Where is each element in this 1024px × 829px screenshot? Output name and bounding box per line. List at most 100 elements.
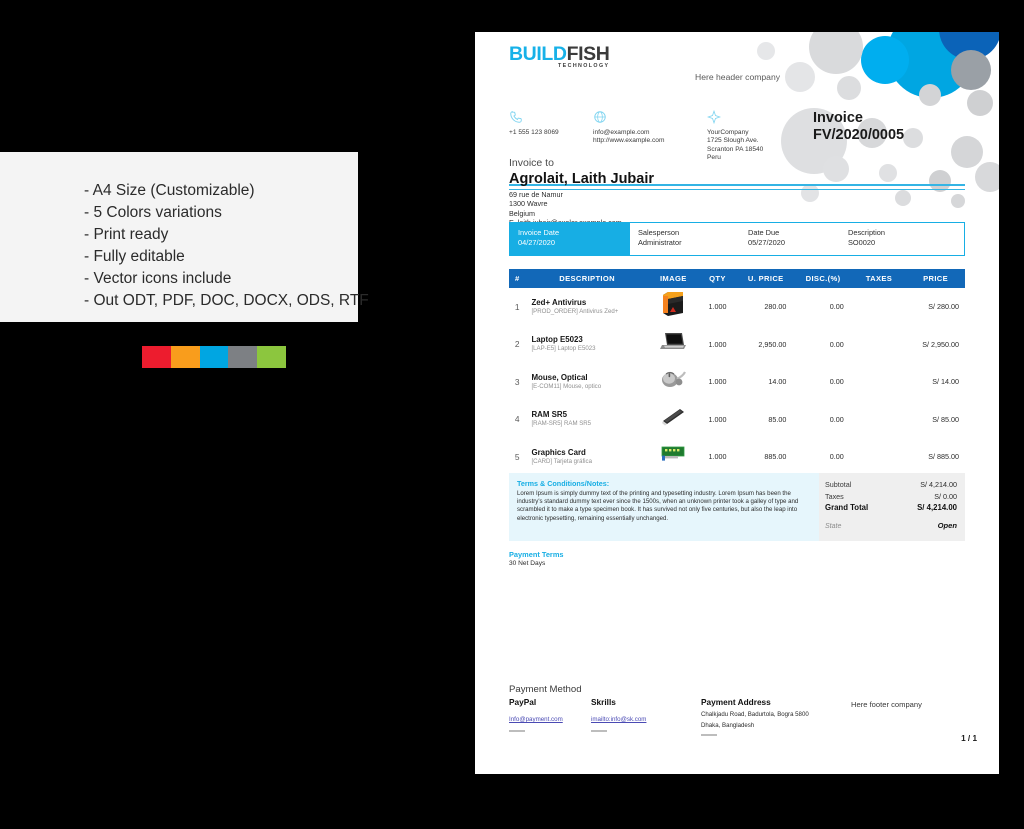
payment-address-line2: Dhaka, Bangladesh xyxy=(701,722,755,730)
color-swatch-orange xyxy=(170,346,200,368)
product-code: [PROD_ORDER] Antivirus Zed+ xyxy=(531,307,619,315)
contact-web-block: info@example.com http://www.example.com xyxy=(593,110,664,146)
company-logo: BUILDFISH TECHNOLOGY xyxy=(509,43,610,69)
decorative-circle xyxy=(919,84,941,106)
promo-feature-item: - Out ODT, PDF, DOC, DOCX, ODS, RTF xyxy=(84,291,369,309)
row-unit-price: 885.00 xyxy=(764,452,787,462)
col-header-unit-price: U. PRICE xyxy=(737,269,795,288)
row-price: S/ 14.00 xyxy=(932,377,959,387)
col-header-qty: QTY xyxy=(697,269,738,288)
row-number: 2 xyxy=(514,339,520,350)
payment-method-label: Payment Method xyxy=(509,684,582,695)
product-name: Mouse, Optical xyxy=(531,372,588,382)
row-discount: 0.00 xyxy=(829,377,844,387)
product-code: [E-COM11] Mouse, optico xyxy=(531,382,602,390)
bill-to-name: Agrolait, Laith Jubair xyxy=(509,171,655,187)
row-description: Laptop E5023 [LAP-E5] Laptop E5023 xyxy=(525,326,648,364)
promo-feature-item: - Fully editable xyxy=(84,247,185,265)
paypal-underline xyxy=(509,730,525,732)
subtotal-label: Subtotal xyxy=(825,480,852,490)
row-unit-price: 85.00 xyxy=(768,414,787,424)
decorative-circle xyxy=(975,162,999,192)
row-taxes xyxy=(852,363,906,401)
row-image-cell xyxy=(649,288,698,326)
antivirus-box-thumbnail xyxy=(660,292,686,317)
promo-feature-item: - 5 Colors variations xyxy=(84,204,222,222)
meta-description-value: SO0020 xyxy=(848,237,876,247)
logo-text-fish: FISH xyxy=(566,43,610,65)
payment-address-line1: Chalkjadu Road, Badurtola, Bogra 5800 xyxy=(701,711,809,718)
table-row: 1 Zed+ Antivirus [PROD_ORDER] Antivirus Ze… xyxy=(509,288,965,326)
skrills-underline xyxy=(591,730,607,732)
row-price: S/ 2,950.00 xyxy=(922,339,959,349)
col-header-description: DESCRIPTION xyxy=(525,269,649,288)
table-header-row: # DESCRIPTION IMAGE QTY U. PRICE DISC.(%… xyxy=(509,269,965,288)
location-pin-icon xyxy=(706,109,763,126)
decorative-circle xyxy=(903,128,923,148)
decorative-circle xyxy=(951,50,991,90)
decorative-circle xyxy=(809,32,863,74)
row-discount: 0.00 xyxy=(829,302,844,312)
color-swatch-blue xyxy=(199,346,229,368)
color-variation-swatches xyxy=(142,346,286,368)
invoice-meta-bar: Invoice Date 04/27/2020 Salesperson Admi… xyxy=(509,222,965,256)
globe-icon xyxy=(593,110,664,126)
invoice-footer: Payment Method PayPal Info@payment.com S… xyxy=(509,684,965,736)
product-name: Laptop E5023 xyxy=(531,335,583,345)
contact-phone-text: +1 555 123 8069 xyxy=(509,129,559,136)
row-qty: 1.000 xyxy=(708,302,727,312)
decorative-circle xyxy=(939,32,999,60)
terms-body: Lorem Ipsum is simply dummy text of the … xyxy=(517,490,799,522)
laptop-thumbnail xyxy=(660,332,687,356)
row-taxes xyxy=(852,401,906,439)
col-header-taxes: TAXES xyxy=(851,269,907,288)
color-swatch-gray xyxy=(228,346,258,368)
invoice-title-block: Invoice FV/2020/0005 xyxy=(813,110,904,144)
row-image-cell xyxy=(649,438,698,476)
col-header-discount: DISC.(%) xyxy=(794,269,852,288)
footer-skrills-column: Skrills imailto:info@sk.com xyxy=(591,697,701,732)
meta-invoice-date-label: Invoice Date xyxy=(518,228,560,237)
taxes-label: Taxes xyxy=(825,491,844,501)
row-description: RAM SR5 [RAM-SR5] RAM SR5 xyxy=(525,401,648,439)
row-qty: 1.000 xyxy=(708,452,727,462)
meta-salesperson: Salesperson Administrator xyxy=(630,223,740,255)
product-code: [RAM-SR5] RAM SR5 xyxy=(531,420,592,428)
logo-text-build: BUILD xyxy=(509,43,567,65)
row-image-cell xyxy=(649,401,698,439)
paypal-link[interactable]: Info@payment.com xyxy=(509,715,563,724)
skrills-link[interactable]: imailto:info@sk.com xyxy=(591,715,646,724)
bill-to-line1: 69 rue de Namur xyxy=(509,190,563,200)
invoice-number: FV/2020/0005 xyxy=(813,127,905,143)
promo-feature-item: - A4 Size (Customizable) xyxy=(84,182,255,200)
row-taxes xyxy=(852,438,906,476)
row-image-cell xyxy=(649,363,698,401)
col-header-number: # xyxy=(509,269,526,288)
decorative-circle xyxy=(785,62,815,92)
decorative-circle xyxy=(861,36,909,84)
meta-invoice-date: Invoice Date 04/27/2020 xyxy=(510,223,630,255)
terms-conditions-box: Terms & Conditions/Notes: Lorem Ipsum is… xyxy=(509,473,819,541)
promo-feature-list: - A4 Size (Customizable) - 5 Colors vari… xyxy=(84,180,369,311)
row-price: S/ 280.00 xyxy=(928,302,959,312)
contact-address-line1: YourCompany xyxy=(707,129,749,136)
row-description: Zed+ Antivirus [PROD_ORDER] Antivirus Zed… xyxy=(525,288,648,326)
product-code: [LAP-E5] Laptop E5023 xyxy=(531,345,596,353)
decorative-circle xyxy=(887,32,975,98)
col-header-price: PRICE xyxy=(906,269,965,288)
payment-terms-block: Payment Terms 30 Net Days xyxy=(509,550,564,569)
header-company-text: Here header company xyxy=(695,72,781,82)
row-description: Graphics Card [CARD] Tarjeta gráfica xyxy=(525,438,648,476)
graphics-card-thumbnail xyxy=(660,445,686,469)
row-taxes xyxy=(852,288,906,326)
product-code: [CARD] Tarjeta gráfica xyxy=(531,457,592,465)
totals-subtotal-row: Subtotal S/ 4,214.00 xyxy=(825,479,957,490)
payment-address-heading: Payment Address xyxy=(701,697,771,707)
meta-date-due-value: 05/27/2020 xyxy=(748,237,785,247)
bill-to-line3: Belgium xyxy=(509,208,535,218)
state-badge: Open xyxy=(937,521,957,531)
invoice-document-page: BUILDFISH TECHNOLOGY Here header company… xyxy=(475,32,999,774)
contact-address-block: YourCompany 1725 Slough Ave. Scranton PA… xyxy=(706,109,763,163)
terms-heading: Terms & Conditions/Notes: xyxy=(517,479,610,488)
meta-invoice-date-value: 04/27/2020 xyxy=(518,237,555,247)
